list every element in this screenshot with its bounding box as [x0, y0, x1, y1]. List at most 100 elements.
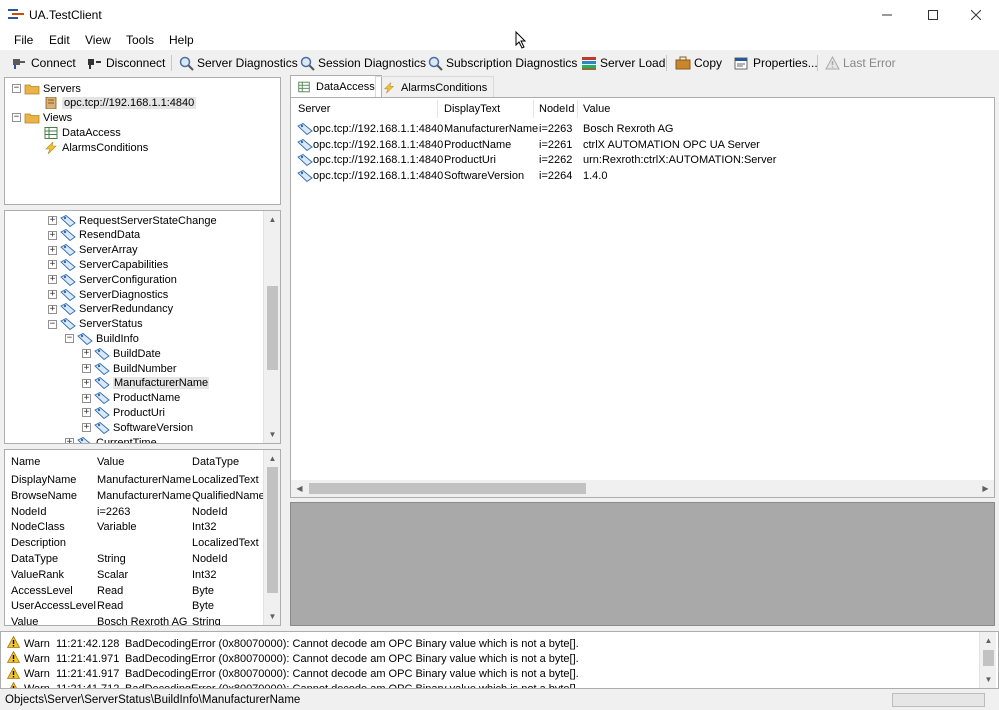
menu-view[interactable]: View	[85, 33, 111, 47]
log-entry[interactable]: Warn 11:21:41.971 BadDecodingError (0x8007…	[6, 650, 579, 666]
tree-node[interactable]: + BuildNumber	[82, 361, 177, 376]
tree-node-server[interactable]: opc.tcp://192.168.1.1:4840	[43, 95, 197, 110]
column-header[interactable]: DataType	[192, 456, 239, 468]
tree-node-servers[interactable]: − Servers	[12, 81, 81, 96]
column-header[interactable]: NodeId	[539, 103, 574, 115]
scroll-up-icon[interactable]: ▲	[980, 632, 997, 649]
scroll-right-icon[interactable]: ▶	[977, 480, 994, 497]
properties-button[interactable]: Properties...	[734, 54, 818, 72]
expand-toggle[interactable]: +	[82, 408, 91, 418]
expand-toggle[interactable]: +	[82, 349, 91, 359]
subscription-diagnostics-button[interactable]: Subscription Diagnostics	[428, 54, 577, 72]
scroll-up-icon[interactable]: ▲	[264, 211, 280, 228]
tree-node[interactable]: + ServerRedundancy	[48, 302, 173, 317]
expand-toggle[interactable]: +	[82, 423, 91, 433]
tree-node-views[interactable]: − Views	[12, 110, 72, 125]
tree-node[interactable]: + CurrentTime	[65, 435, 157, 443]
horizontal-scrollbar[interactable]: ◀ ▶	[291, 480, 994, 497]
column-divider[interactable]	[577, 100, 578, 118]
log-entry[interactable]: Warn 11:21:41.917 BadDecodingError (0x8007…	[6, 666, 579, 682]
tree-node[interactable]: + SoftwareVersion	[82, 420, 193, 435]
expand-toggle[interactable]: +	[48, 275, 57, 285]
vertical-scrollbar[interactable]: ▲ ▼	[979, 632, 996, 688]
expand-toggle[interactable]: +	[82, 393, 91, 403]
table-row[interactable]: Value Bosch Rexroth AG String	[5, 616, 265, 625]
tree-node[interactable]: + BuildDate	[82, 346, 161, 361]
menu-help[interactable]: Help	[169, 33, 194, 47]
scroll-down-icon[interactable]: ▼	[264, 608, 280, 625]
column-divider[interactable]	[533, 100, 534, 118]
tree-node-view-dataaccess[interactable]: DataAccess	[43, 125, 121, 140]
scroll-left-icon[interactable]: ◀	[291, 480, 308, 497]
session-diagnostics-button[interactable]: Session Diagnostics	[300, 54, 426, 72]
table-row[interactable]: opc.tcp://192.168.1.1:4840 SoftwareVersio…	[291, 169, 981, 184]
scroll-down-icon[interactable]: ▼	[264, 426, 280, 443]
minimize-button[interactable]	[864, 0, 910, 30]
expand-toggle[interactable]: +	[48, 216, 57, 225]
tab-dataaccess[interactable]: DataAccess	[290, 75, 382, 98]
vertical-scrollbar[interactable]: ▲ ▼	[263, 211, 280, 443]
log-entry[interactable]: Warn11:21:41.712BadDecodingError (0x8007…	[7, 681, 579, 688]
scroll-thumb[interactable]	[983, 650, 994, 666]
expand-toggle[interactable]: +	[82, 378, 91, 388]
server-diagnostics-button[interactable]: Server Diagnostics	[179, 54, 298, 72]
tree-node[interactable]: + ManufacturerName	[82, 376, 210, 391]
tree-node[interactable]: + ServerArray	[48, 243, 138, 258]
table-row[interactable]: opc.tcp://192.168.1.1:4840 ProductName i=2…	[291, 138, 981, 153]
last-error-button[interactable]: Last Error	[825, 54, 896, 72]
column-header[interactable]: Server	[298, 103, 330, 115]
menu-edit[interactable]: Edit	[49, 33, 70, 47]
table-row[interactable]: NodeClass Variable Int32	[5, 521, 265, 537]
menu-tools[interactable]: Tools	[126, 33, 154, 47]
expand-toggle[interactable]: +	[48, 304, 57, 314]
expand-toggle[interactable]: +	[48, 290, 57, 299]
scroll-thumb[interactable]	[267, 467, 278, 593]
tree-node[interactable]: + RequestServerStateChange	[48, 213, 217, 228]
tab-alarmsconditions[interactable]: AlarmsConditions	[375, 76, 495, 98]
expand-toggle[interactable]: +	[82, 364, 91, 373]
expand-toggle[interactable]: +	[48, 260, 57, 270]
disconnect-button[interactable]: Disconnect	[87, 54, 165, 72]
tree-node[interactable]: + ResendData	[48, 228, 140, 243]
collapse-toggle[interactable]: −	[12, 113, 21, 122]
column-header[interactable]: DisplayText	[444, 103, 500, 115]
collapse-toggle[interactable]: −	[12, 84, 21, 93]
connect-button[interactable]: Connect	[12, 54, 76, 72]
table-row[interactable]: AccessLevel Read Byte	[5, 585, 265, 601]
column-header[interactable]: Value	[97, 456, 124, 468]
log-entry[interactable]: Warn 11:21:42.128 BadDecodingError (0x8007…	[6, 635, 579, 651]
tree-node[interactable]: + ProductName	[82, 391, 180, 406]
tree-node[interactable]: + ServerConfiguration	[48, 272, 177, 287]
expand-toggle[interactable]: −	[48, 319, 57, 329]
table-row[interactable]: Description LocalizedText	[5, 537, 265, 553]
table-row[interactable]: DisplayName ManufacturerName LocalizedText	[5, 474, 265, 490]
scroll-thumb[interactable]	[309, 483, 586, 494]
table-row[interactable]: NodeId i=2263 NodeId	[5, 506, 265, 522]
column-divider[interactable]	[437, 100, 438, 118]
menu-file[interactable]: File	[14, 33, 33, 47]
tree-node[interactable]: + ServerCapabilities	[48, 257, 168, 272]
table-row[interactable]: UserAccessLevel Read Byte	[5, 600, 265, 616]
table-row[interactable]: ValueRank Scalar Int32	[5, 569, 265, 585]
copy-button[interactable]: Copy	[675, 54, 722, 72]
column-header[interactable]: Value	[583, 103, 610, 115]
column-header[interactable]: Name	[11, 456, 40, 468]
close-button[interactable]	[953, 0, 999, 30]
tree-node[interactable]: + ServerDiagnostics	[48, 287, 168, 302]
table-row[interactable]: opc.tcp://192.168.1.1:4840 ManufacturerNa…	[291, 122, 981, 137]
expand-toggle[interactable]: +	[65, 438, 74, 443]
expand-toggle[interactable]: −	[65, 334, 74, 344]
table-row[interactable]: opc.tcp://192.168.1.1:4840 ProductUri i=22…	[291, 153, 981, 168]
expand-toggle[interactable]: +	[48, 230, 57, 240]
tree-node-view-alarms[interactable]: AlarmsConditions	[43, 140, 148, 155]
scroll-up-icon[interactable]: ▲	[264, 450, 280, 467]
tree-node[interactable]: − BuildInfo	[65, 331, 139, 346]
tree-node[interactable]: + ProductUri	[82, 405, 165, 420]
table-row[interactable]: BrowseName ManufacturerName QualifiedName	[5, 490, 265, 506]
tree-node[interactable]: − ServerStatus	[48, 317, 143, 332]
table-row[interactable]: DataType String NodeId	[5, 553, 265, 569]
scroll-down-icon[interactable]: ▼	[980, 671, 997, 688]
vertical-scrollbar[interactable]: ▲ ▼	[263, 450, 280, 625]
maximize-button[interactable]	[910, 0, 956, 30]
scroll-thumb[interactable]	[267, 286, 278, 370]
